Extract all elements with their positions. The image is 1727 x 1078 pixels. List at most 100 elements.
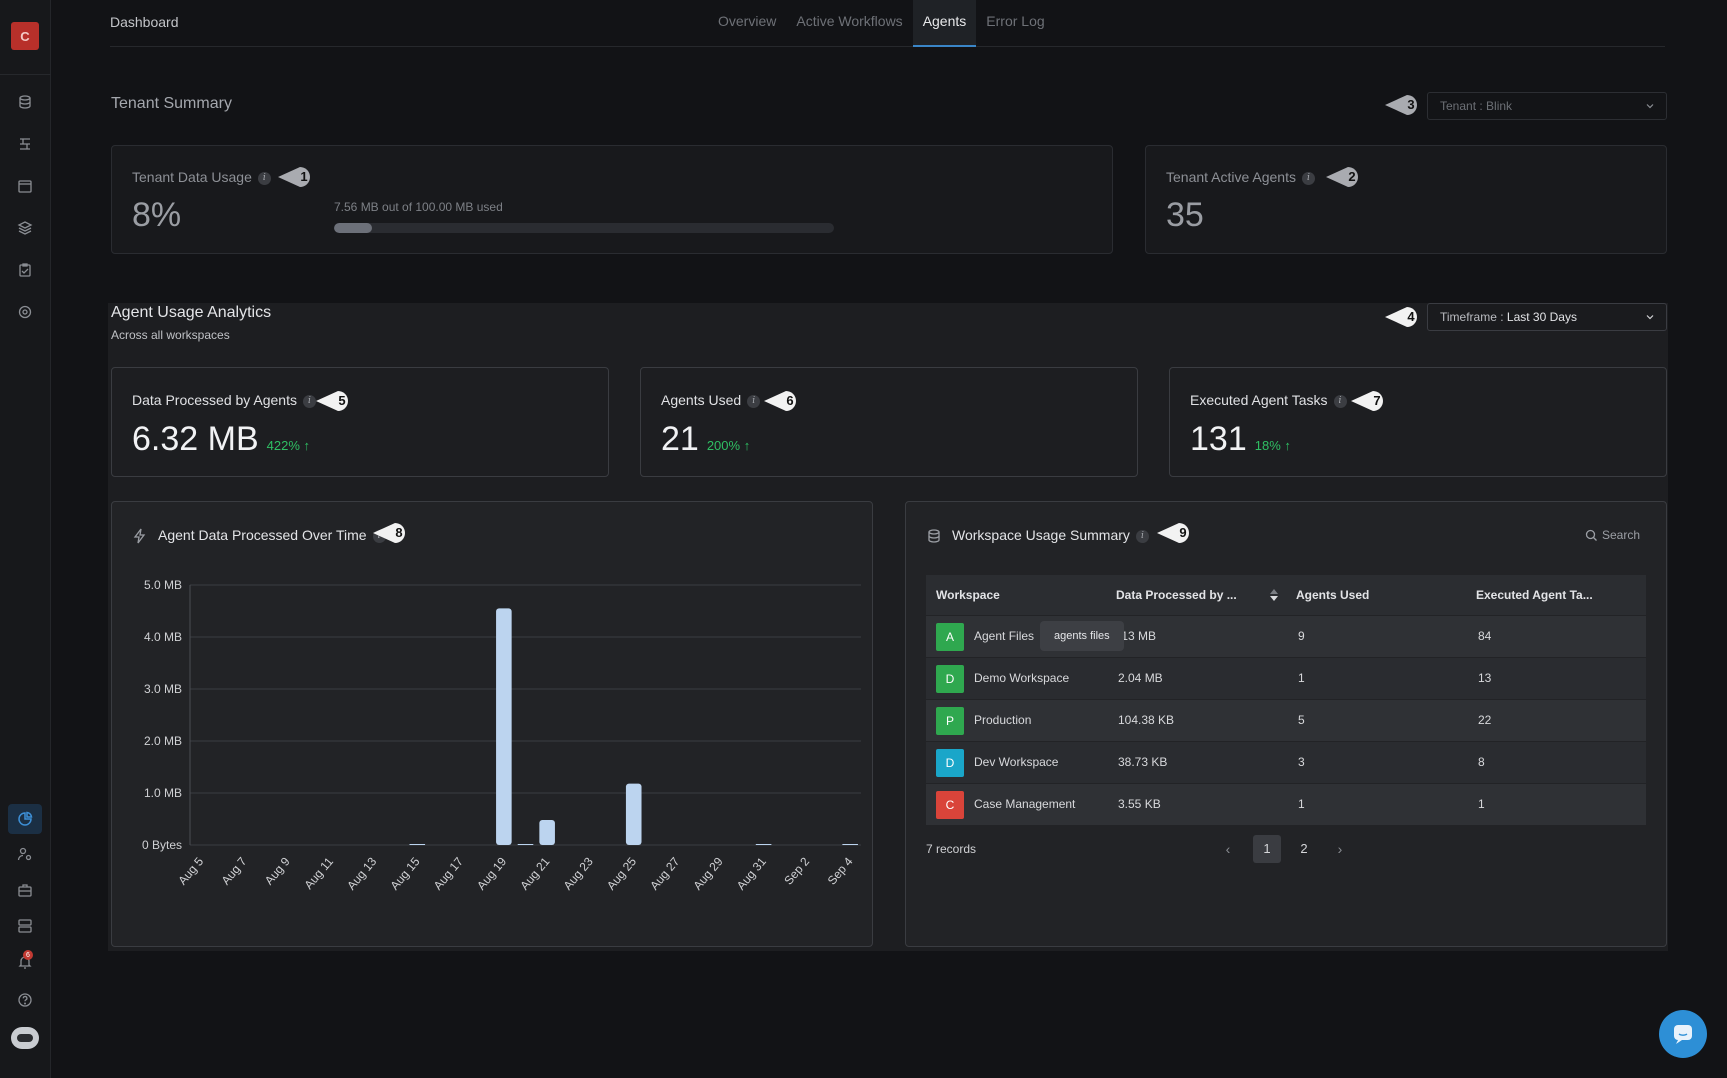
agents-used-cell: 3 — [1298, 755, 1305, 769]
layers-icon[interactable] — [13, 216, 37, 240]
y-tick-label: 3.0 MB — [144, 682, 182, 696]
bar-aug-25[interactable] — [625, 783, 642, 845]
tenant-active-agents-value: 35 — [1166, 196, 1204, 234]
table-row[interactable]: C Case Management 3.55 KB 1 1 — [926, 783, 1646, 825]
kpi-value: 6.32 MB 422% ↑ — [132, 420, 310, 458]
x-tick-label: Aug 5 — [175, 854, 206, 887]
tab-error-log[interactable]: Error Log — [976, 0, 1054, 47]
x-tick-label: Aug 15 — [387, 854, 422, 892]
executed-tasks-cell: 22 — [1478, 713, 1492, 727]
info-icon[interactable]: i — [257, 171, 271, 185]
search-icon — [1585, 530, 1597, 542]
page-2-button[interactable]: 2 — [1290, 835, 1318, 863]
tab-overview[interactable]: Overview — [708, 0, 786, 47]
workspace-tooltip: agents files — [1040, 621, 1124, 651]
info-icon[interactable]: i — [747, 394, 761, 408]
analytics-icon[interactable] — [8, 804, 42, 834]
annotation-marker-4: 4 — [1385, 304, 1429, 330]
notifications-icon[interactable]: 6 — [13, 950, 37, 974]
tenant-summary-title: Tenant Summary — [111, 95, 232, 112]
app-logo[interactable]: C — [11, 22, 39, 50]
table-body: A Agent Files .13 MB 9 84 agents files D Demo W… — [926, 615, 1646, 825]
workspace-avatar: C — [936, 791, 964, 819]
executed-tasks-cell: 8 — [1478, 755, 1485, 769]
bar-aug-20[interactable] — [517, 844, 534, 845]
target-icon[interactable] — [13, 300, 37, 324]
next-page-button[interactable]: › — [1326, 835, 1354, 863]
bar-aug-31[interactable] — [755, 844, 772, 845]
annotation-marker-6: 6 — [764, 388, 808, 414]
prev-page-button[interactable]: ‹ — [1214, 835, 1242, 863]
database-icon[interactable] — [13, 90, 37, 114]
page-1-button[interactable]: 1 — [1253, 835, 1281, 863]
kpi-value: 21 200% ↑ — [661, 420, 751, 458]
workspace-name: Agent Files — [974, 629, 1035, 643]
workspace-avatar: D — [936, 749, 964, 777]
analytics-title: Agent Usage Analytics — [111, 304, 272, 321]
agents-used-cell: 1 — [1298, 797, 1305, 811]
table-row[interactable]: D Dev Workspace 38.73 KB 3 8 — [926, 741, 1646, 783]
tenant-dropdown[interactable]: Tenant : Blink — [1427, 92, 1667, 120]
tab-bar: Overview Active Workflows Agents Error L… — [708, 0, 1055, 47]
clipboard-icon[interactable] — [13, 258, 37, 282]
agents-used-cell: 1 — [1298, 671, 1305, 685]
tenant-active-agents-label: Tenant Active Agents i — [1166, 169, 1315, 185]
table-row[interactable]: D Demo Workspace 2.04 MB 1 13 — [926, 657, 1646, 699]
bar-aug-19[interactable] — [496, 608, 512, 845]
column-header-workspace[interactable]: Workspace — [936, 575, 1000, 615]
x-tick-label: Aug 27 — [647, 854, 682, 892]
bar-aug-15[interactable] — [409, 844, 426, 845]
x-tick-label: Sep 4 — [825, 854, 856, 887]
data-processed-cell: 3.55 KB — [1118, 797, 1161, 811]
tab-active-workflows[interactable]: Active Workflows — [786, 0, 912, 47]
tenant-active-agents-card: Tenant Active Agents i 35 — [1145, 145, 1667, 254]
tenant-data-usage-value: 8% — [132, 196, 182, 234]
column-header-executed-tasks[interactable]: Executed Agent Ta... — [1476, 575, 1593, 615]
info-icon[interactable]: i — [1301, 171, 1315, 185]
analytics-subtitle: Across all workspaces — [111, 328, 230, 342]
chat-button[interactable] — [1659, 1010, 1707, 1058]
bar-aug-21[interactable] — [539, 820, 555, 845]
table-row[interactable]: A Agent Files .13 MB 9 84 agents files — [926, 615, 1646, 657]
tab-agents[interactable]: Agents — [912, 0, 977, 47]
server-icon[interactable] — [13, 914, 37, 938]
annotation-marker-5: 5 — [316, 388, 360, 414]
y-tick-label: 4.0 MB — [144, 630, 182, 644]
sidebar: C 6 — [0, 0, 51, 1078]
breadcrumb[interactable]: Dashboard — [110, 14, 179, 30]
agents-used-cell: 9 — [1298, 629, 1305, 643]
users-settings-icon[interactable] — [13, 842, 37, 866]
x-tick-label: Aug 11 — [301, 854, 336, 892]
info-icon[interactable]: i — [1135, 529, 1149, 543]
top-nav: Dashboard Overview Active Workflows Agen… — [110, 0, 1665, 47]
kpi-change: 200% ↑ — [706, 438, 751, 453]
calendar-icon[interactable] — [13, 174, 37, 198]
info-icon[interactable]: i — [1333, 394, 1347, 408]
tenant-data-usage-label: Tenant Data Usage i — [132, 169, 271, 185]
bar-sep-4[interactable] — [842, 844, 858, 845]
column-header-data-processed[interactable]: Data Processed by ... — [1116, 575, 1237, 615]
kpi-label: Data Processed by Agents i — [132, 392, 316, 408]
executed-tasks-cell: 13 — [1478, 671, 1492, 685]
kpi-executed-tasks: Executed Agent Tasks i 131 18% ↑ — [1169, 367, 1667, 477]
x-tick-label: Aug 23 — [561, 854, 596, 892]
table-header: Workspace Data Processed by ... Agents U… — [926, 575, 1646, 615]
x-tick-label: Sep 2 — [781, 854, 812, 887]
data-processed-cell: .13 MB — [1118, 629, 1157, 643]
table-row[interactable]: P Production 104.38 KB 5 22 — [926, 699, 1646, 741]
timeframe-dropdown[interactable]: Timeframe : Last 30 Days — [1427, 303, 1667, 331]
help-icon[interactable] — [13, 988, 37, 1012]
column-header-agents-used[interactable]: Agents Used — [1296, 575, 1369, 615]
search-button[interactable]: Search — [1585, 528, 1640, 542]
x-tick-label: Aug 31 — [734, 854, 769, 892]
sort-icon[interactable] — [1269, 588, 1279, 602]
workflow-icon[interactable] — [13, 132, 37, 156]
bar-chart: 0 Bytes 1.0 MB 2.0 MB 3.0 MB 4.0 MB 5.0 MB Aug… — [142, 578, 861, 893]
briefcase-icon[interactable] — [13, 878, 37, 902]
notification-badge: 6 — [23, 950, 33, 960]
tenant-data-usage-detail: 7.56 MB out of 100.00 MB used — [334, 200, 503, 214]
info-icon[interactable]: i — [303, 394, 316, 408]
workspace-name: Production — [974, 713, 1032, 727]
annotation-marker-1: 1 — [278, 164, 322, 190]
user-avatar[interactable] — [11, 1027, 39, 1049]
